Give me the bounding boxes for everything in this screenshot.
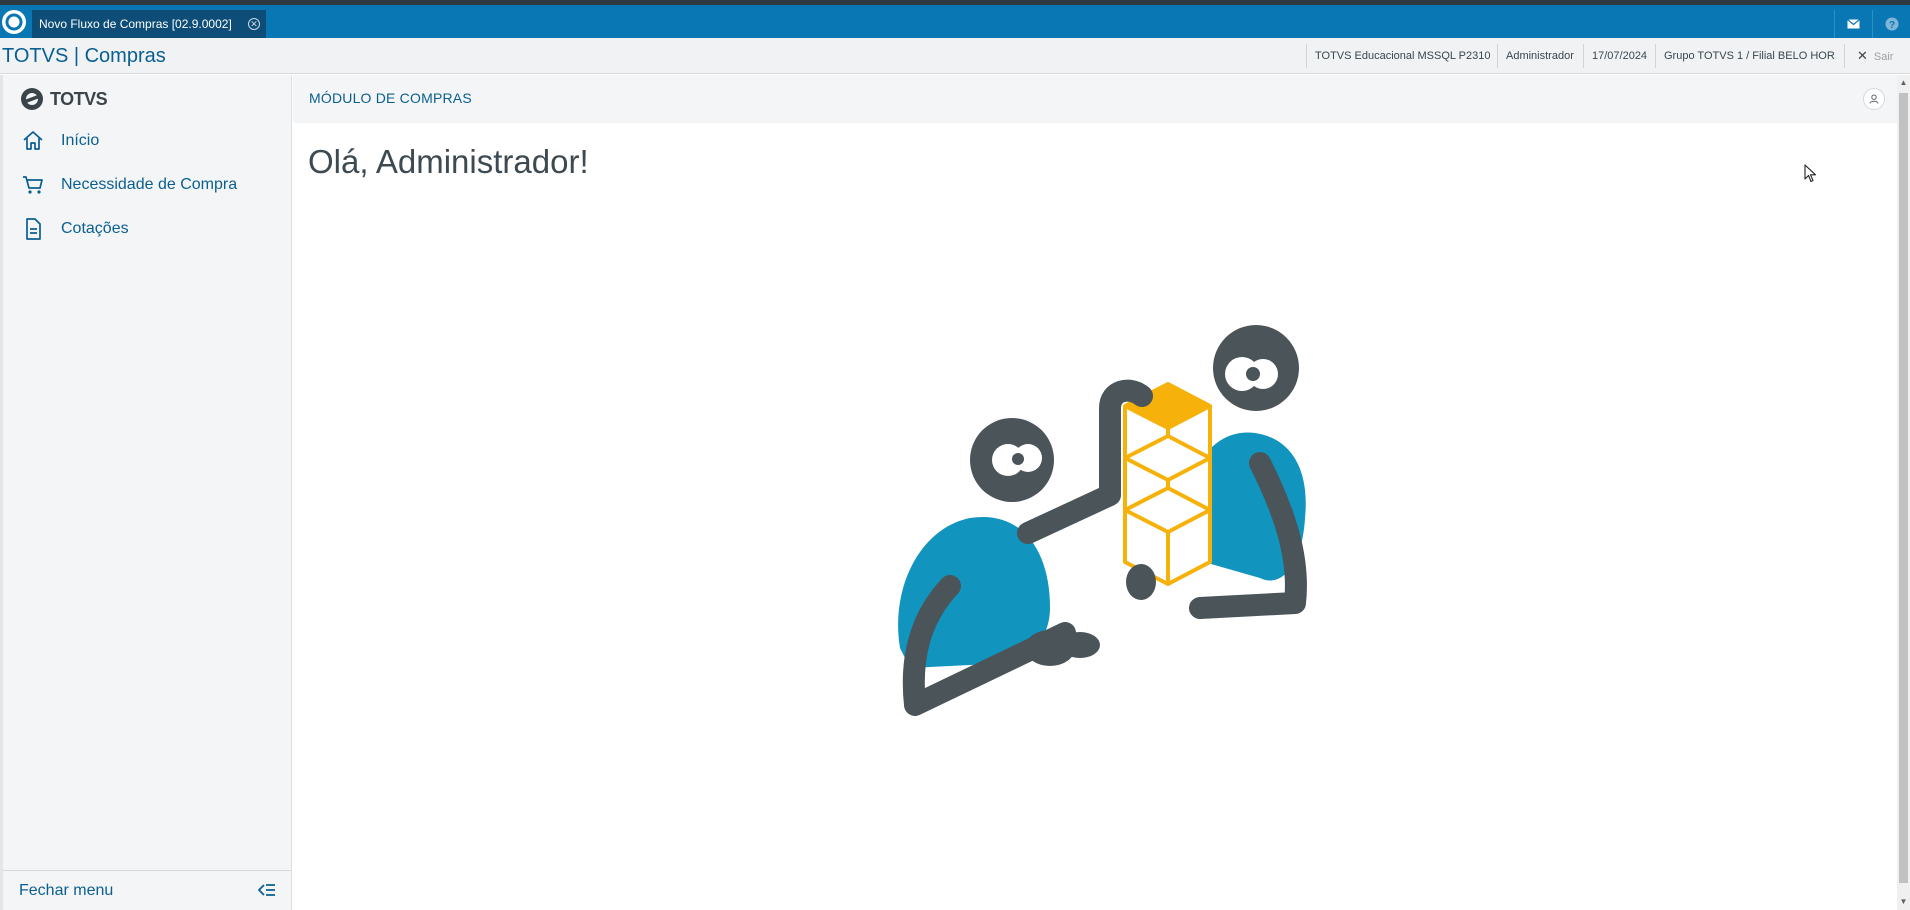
svg-text:?: ?	[1888, 20, 1894, 31]
sidebar-item-cotacoes[interactable]: Cotações	[21, 217, 129, 241]
branch-info[interactable]: Grupo TOTVS 1 / Filial BELO HOR	[1655, 44, 1843, 68]
welcome-illustration	[898, 325, 1307, 716]
help-icon[interactable]: ?	[1872, 10, 1910, 38]
close-menu-label: Fechar menu	[19, 882, 114, 899]
sidebar-logo-text: TOTVS	[50, 88, 108, 109]
totvs-logo-icon	[21, 88, 43, 110]
sidebar-item-label: Cotações	[61, 220, 129, 237]
greeting-heading: Olá, Administrador!	[308, 143, 589, 180]
user-info[interactable]: Administrador	[1497, 44, 1582, 68]
sidebar-logo: TOTVS	[20, 87, 108, 111]
stacked-boxes	[1123, 382, 1212, 586]
close-menu-button[interactable]: Fechar menu	[3, 870, 292, 910]
sidebar: TOTVS Início Necessidade de Compra Cotaç…	[0, 75, 292, 910]
sidebar-item-inicio[interactable]: Início	[21, 129, 99, 153]
close-icon: ✕	[1857, 48, 1868, 63]
tab-label: Novo Fluxo de Compras [02.9.0002]	[39, 17, 232, 31]
module-title: MÓDULO DE COMPRAS	[309, 90, 472, 106]
sidebar-item-label: Início	[61, 132, 100, 149]
close-tab-icon[interactable]: ✕	[248, 18, 260, 30]
left-person-figure	[898, 379, 1156, 716]
user-icon	[1869, 94, 1879, 104]
document-icon	[26, 218, 41, 240]
scrollbar-thumb[interactable]	[1899, 93, 1908, 883]
cart-icon	[23, 176, 43, 194]
mail-icon[interactable]	[1834, 10, 1872, 38]
scroll-down-arrow-icon[interactable]: ▼	[1897, 894, 1910, 910]
tab-novo-fluxo-de-compras[interactable]: Novo Fluxo de Compras [02.9.0002] ✕	[32, 10, 266, 38]
totvs-logo-icon[interactable]	[2, 10, 26, 34]
app-header: TOTVS | Compras TOTVS Educacional MSSQL …	[0, 38, 1910, 74]
module-header: MÓDULO DE COMPRAS	[293, 75, 1897, 123]
content-scrollbar[interactable]: ▲ ▼	[1897, 75, 1910, 910]
mouse-cursor-icon	[1804, 164, 1817, 183]
collapse-menu-icon	[258, 884, 275, 896]
top-tab-bar: Novo Fluxo de Compras [02.9.0002] ✕ ?	[0, 0, 1910, 40]
app-brand-title: TOTVS | Compras	[2, 45, 166, 67]
environment-info[interactable]: TOTVS Educacional MSSQL P2310	[1306, 44, 1498, 68]
user-profile-button[interactable]	[1863, 88, 1885, 110]
scroll-up-arrow-icon[interactable]: ▲	[1897, 75, 1910, 91]
sidebar-item-necessidade-de-compra[interactable]: Necessidade de Compra	[21, 173, 237, 197]
home-icon	[23, 131, 43, 150]
sidebar-item-label: Necessidade de Compra	[61, 176, 238, 193]
exit-button[interactable]: ✕ Sair	[1844, 44, 1910, 68]
exit-label: Sair	[1873, 51, 1894, 63]
date-info[interactable]: 17/07/2024	[1583, 44, 1655, 68]
